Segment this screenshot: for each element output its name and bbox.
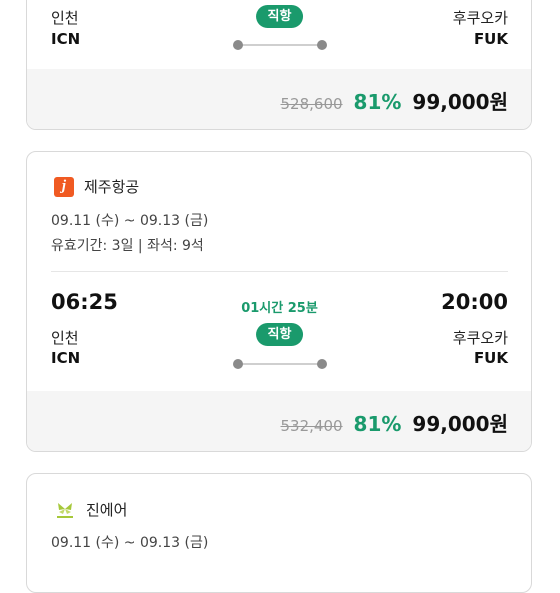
destination-dot-icon — [316, 359, 327, 369]
travel-dates: 09.11 (수) ~ 09.13 (금) — [51, 535, 209, 551]
destination-city: 후쿠오카 — [452, 329, 508, 347]
flight-card[interactable]: 인천 ICN 직항 후쿠오카 FUK 528,600 81% 99,000원 — [26, 0, 532, 130]
destination-code: FUK — [473, 349, 508, 367]
original-price: 528,600 — [280, 95, 343, 113]
jin-air-logo-icon — [54, 498, 76, 520]
validity-and-seats: 유효기간: 3일 | 좌석: 9석 — [51, 238, 204, 254]
flight-card[interactable]: j 제주항공 09.11 (수) ~ 09.13 (금) 유효기간: 3일 | … — [26, 151, 532, 452]
travel-dates: 09.11 (수) ~ 09.13 (금) — [51, 213, 209, 229]
destination-city: 후쿠오카 — [452, 9, 508, 27]
airline-header: 진에어 — [54, 498, 127, 520]
flight-route: 06:25 01시간 25분 20:00 인천 ICN 직항 후쿠오카 FUK — [51, 290, 508, 372]
direct-flight-badge: 직항 — [255, 5, 304, 28]
final-price: 99,000원 — [412, 412, 508, 436]
original-price: 532,400 — [280, 417, 343, 435]
flight-card[interactable]: 진에어 09.11 (수) ~ 09.13 (금) — [26, 473, 532, 593]
airline-name: 진에어 — [86, 500, 128, 519]
flight-duration: 01시간 25분 — [241, 301, 318, 316]
origin-code: ICN — [51, 349, 81, 367]
discount-rate: 81% — [353, 90, 402, 114]
airline-header: j 제주항공 — [54, 176, 139, 197]
origin-city: 인천 — [51, 329, 79, 347]
final-price: 99,000원 — [412, 90, 508, 114]
destination-code: FUK — [473, 30, 508, 48]
direct-flight-badge: 직항 — [255, 323, 304, 346]
arrival-time: 20:00 — [441, 290, 508, 314]
divider — [51, 271, 508, 272]
price-bar: 528,600 81% 99,000원 — [27, 69, 531, 129]
origin-code: ICN — [51, 30, 81, 48]
route-line — [232, 359, 327, 369]
destination-dot-icon — [316, 40, 327, 50]
discount-rate: 81% — [353, 412, 402, 436]
price-bar: 532,400 81% 99,000원 — [27, 391, 531, 451]
route-line — [232, 40, 327, 50]
origin-city: 인천 — [51, 9, 79, 27]
airline-name: 제주항공 — [84, 178, 140, 196]
origin-dot-icon — [232, 359, 243, 369]
jeju-air-logo-icon: j — [54, 176, 74, 197]
origin-dot-icon — [232, 40, 243, 50]
